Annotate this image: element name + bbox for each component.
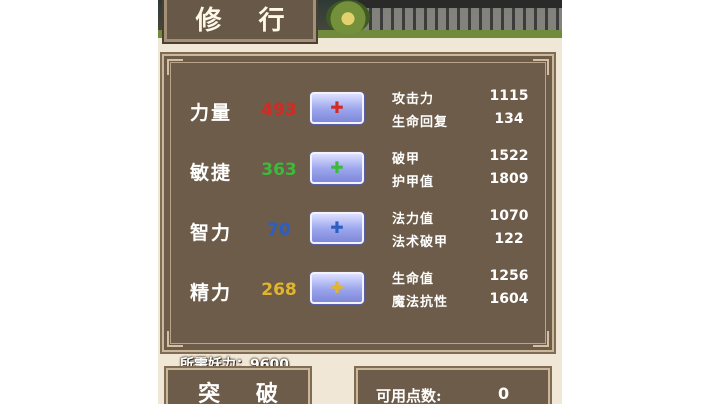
effect-value: 1115 (489, 88, 529, 104)
add-strength-button[interactable]: ✚ (310, 92, 364, 124)
effect-label: 法力值 (392, 212, 435, 227)
stat-name: 智力 (190, 222, 233, 244)
effect-label: 攻击力 (392, 92, 435, 107)
effect-label: 法术破甲 (392, 235, 449, 250)
stat-value: 493 (261, 100, 297, 120)
available-points: 可用点数: 0 (356, 368, 550, 404)
effect-label: 魔法抗性 (392, 295, 449, 310)
stat-name: 精力 (190, 282, 233, 304)
stat-value: 268 (261, 280, 297, 300)
attribute-panel: 力量 493 ✚ 攻击力 1115 生命回复 134 敏捷 363 ✚ 破甲 1… (162, 54, 554, 352)
effect-value: 1604 (489, 291, 529, 307)
effect-value: 122 (494, 231, 524, 247)
corner-ornament (533, 59, 549, 75)
effect-value: 1809 (489, 171, 529, 187)
effect-value: 134 (494, 111, 524, 127)
effect-value: 1522 (489, 148, 529, 164)
effect-label: 护甲值 (392, 175, 435, 190)
stat-row-energy: 精力 268 ✚ 生命值 1256 魔法抗性 1604 (164, 260, 556, 320)
stat-name: 力量 (190, 102, 233, 124)
scene-plant (326, 0, 370, 34)
stat-row-strength: 力量 493 ✚ 攻击力 1115 生命回复 134 (164, 80, 556, 140)
points-label: 可用点数: (376, 387, 442, 404)
stat-row-agility: 敏捷 363 ✚ 破甲 1522 护甲值 1809 (164, 140, 556, 200)
stat-name: 敏捷 (190, 162, 233, 184)
title-plate: 修 行 (164, 0, 316, 42)
corner-ornament (167, 59, 183, 75)
corner-ornament (533, 331, 549, 347)
stat-value: 363 (261, 160, 297, 180)
effect-label: 生命值 (392, 272, 435, 287)
plus-icon: ✚ (330, 278, 344, 297)
add-agility-button[interactable]: ✚ (310, 152, 364, 184)
corner-ornament (167, 331, 183, 347)
breakthrough-button[interactable]: 突 破 (166, 368, 310, 404)
stat-value: 70 (267, 220, 291, 240)
page-title: 修 行 (195, 5, 299, 36)
add-energy-button[interactable]: ✚ (310, 272, 364, 304)
effect-label: 破甲 (392, 152, 421, 167)
game-screen: 修 行 力量 493 ✚ 攻击力 1115 生命回复 134 敏捷 363 ✚ … (158, 0, 562, 404)
stat-row-intellect: 智力 70 ✚ 法力值 1070 法术破甲 122 (164, 200, 556, 260)
add-intellect-button[interactable]: ✚ (310, 212, 364, 244)
points-value: 0 (498, 384, 510, 403)
plus-icon: ✚ (330, 218, 344, 237)
plus-icon: ✚ (330, 98, 344, 117)
effect-value: 1070 (489, 208, 529, 224)
breakthrough-button-label: 突 破 (198, 381, 292, 404)
plus-icon: ✚ (330, 158, 344, 177)
effect-value: 1256 (489, 268, 529, 284)
effect-label: 生命回复 (392, 115, 449, 130)
